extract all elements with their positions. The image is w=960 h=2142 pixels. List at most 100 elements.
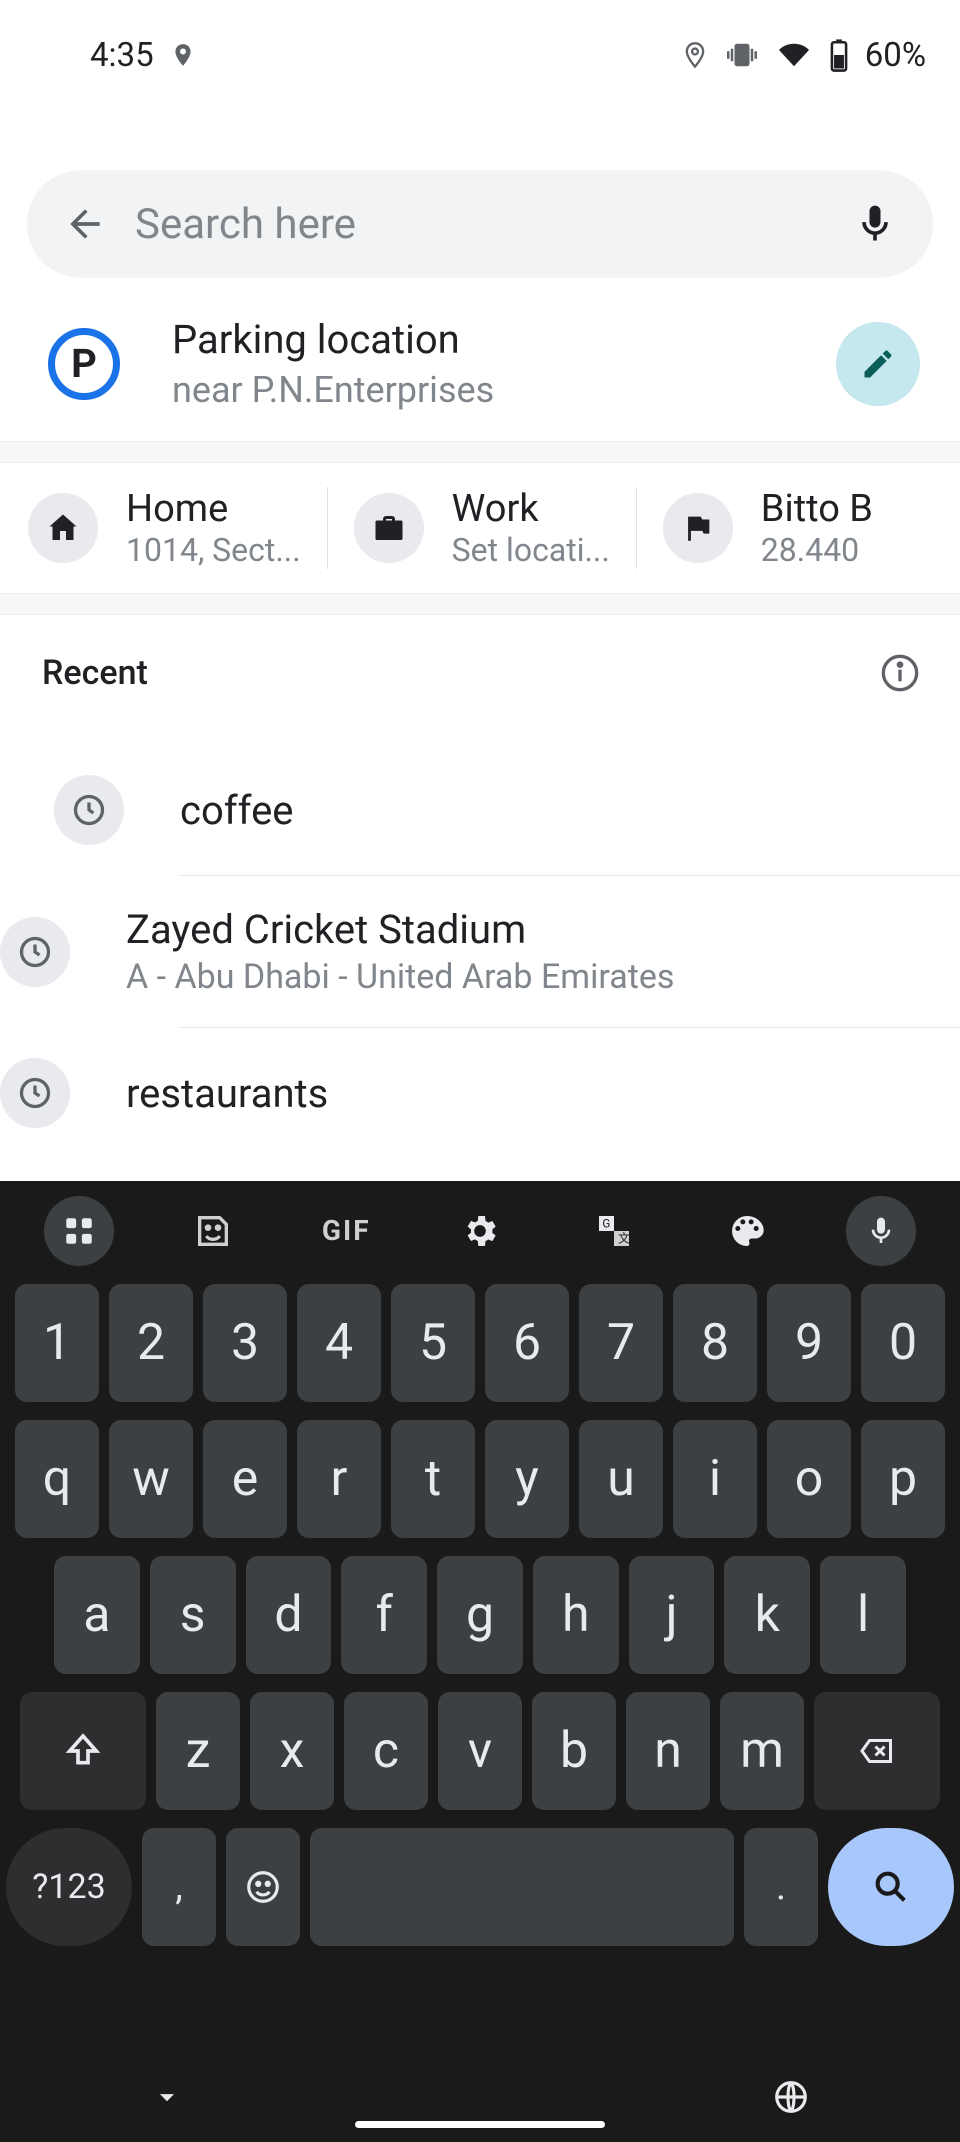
key-l[interactable]: l xyxy=(820,1556,906,1674)
backspace-icon xyxy=(854,1733,900,1769)
key-g[interactable]: g xyxy=(437,1556,523,1674)
divider xyxy=(0,593,960,615)
shortcut-work[interactable]: Work Set locati... xyxy=(354,487,637,569)
key-emoji[interactable] xyxy=(226,1828,300,1946)
recent-label: Recent xyxy=(42,653,148,693)
key-z[interactable]: z xyxy=(156,1692,240,1810)
pencil-icon xyxy=(860,346,896,382)
clock-icon xyxy=(0,1058,70,1128)
search-bar[interactable]: Search here xyxy=(27,170,933,278)
key-q[interactable]: q xyxy=(15,1420,99,1538)
recent-item-title: Zayed Cricket Stadium xyxy=(126,906,674,953)
clock-icon xyxy=(54,775,124,845)
status-bar: 4:35 60% xyxy=(0,0,960,110)
recent-item-subtitle: A - Abu Dhabi - United Arab Emirates xyxy=(126,957,674,997)
key-r[interactable]: r xyxy=(297,1420,381,1538)
home-icon xyxy=(28,493,98,563)
key-x[interactable]: x xyxy=(250,1692,334,1810)
key-n[interactable]: n xyxy=(626,1692,710,1810)
key-7[interactable]: 7 xyxy=(579,1284,663,1402)
shortcut-subtitle: 28.440 xyxy=(761,531,873,569)
parking-location-row[interactable]: P Parking location near P.N.Enterprises xyxy=(0,278,960,441)
key-i[interactable]: i xyxy=(673,1420,757,1538)
location-outline-icon xyxy=(681,38,709,72)
key-p[interactable]: p xyxy=(861,1420,945,1538)
settings-icon[interactable] xyxy=(445,1196,515,1266)
search-icon xyxy=(871,1867,911,1907)
wifi-icon xyxy=(775,40,813,70)
home-indicator[interactable] xyxy=(355,2121,605,2128)
key-space[interactable] xyxy=(310,1828,734,1946)
parking-icon: P xyxy=(48,328,120,400)
status-time: 4:35 xyxy=(90,36,154,75)
recent-item[interactable]: coffee xyxy=(0,745,960,875)
shortcut-custom[interactable]: Bitto B 28.440 xyxy=(663,487,899,569)
shortcut-subtitle: Set locati... xyxy=(452,531,610,569)
nav-bar xyxy=(0,2052,960,2142)
key-k[interactable]: k xyxy=(724,1556,810,1674)
parking-title: Parking location xyxy=(172,316,836,363)
key-shift[interactable] xyxy=(20,1692,146,1810)
briefcase-icon xyxy=(354,493,424,563)
key-a[interactable]: a xyxy=(54,1556,140,1674)
emoji-icon xyxy=(244,1868,282,1906)
recent-list: coffee Zayed Cricket Stadium A - Abu Dha… xyxy=(0,693,960,1158)
globe-icon[interactable] xyxy=(772,2078,810,2116)
keyboard-apps-icon[interactable] xyxy=(44,1196,114,1266)
keyboard-row-2: a s d f g h j k l xyxy=(6,1556,954,1674)
recent-item[interactable]: restaurants xyxy=(180,1027,960,1158)
key-u[interactable]: u xyxy=(579,1420,663,1538)
svg-text:G: G xyxy=(602,1216,610,1230)
parking-subtitle: near P.N.Enterprises xyxy=(172,369,836,411)
key-symbols[interactable]: ?123 xyxy=(6,1828,132,1946)
key-y[interactable]: y xyxy=(485,1420,569,1538)
shortcut-subtitle: 1014, Sect... xyxy=(126,531,301,569)
key-5[interactable]: 5 xyxy=(391,1284,475,1402)
sticker-icon[interactable] xyxy=(178,1196,248,1266)
key-s[interactable]: s xyxy=(150,1556,236,1674)
key-c[interactable]: c xyxy=(344,1692,428,1810)
key-d[interactable]: d xyxy=(246,1556,332,1674)
vibrate-icon xyxy=(725,40,759,70)
recent-item[interactable]: Zayed Cricket Stadium A - Abu Dhabi - Un… xyxy=(180,875,960,1027)
key-f[interactable]: f xyxy=(341,1556,427,1674)
key-4[interactable]: 4 xyxy=(297,1284,381,1402)
shortcut-home[interactable]: Home 1014, Sect... xyxy=(28,487,328,569)
key-search[interactable] xyxy=(828,1828,954,1946)
key-backspace[interactable] xyxy=(814,1692,940,1810)
key-2[interactable]: 2 xyxy=(109,1284,193,1402)
key-6[interactable]: 6 xyxy=(485,1284,569,1402)
key-t[interactable]: t xyxy=(391,1420,475,1538)
key-0[interactable]: 0 xyxy=(861,1284,945,1402)
key-w[interactable]: w xyxy=(109,1420,193,1538)
collapse-keyboard-icon[interactable] xyxy=(150,2080,184,2114)
edit-parking-button[interactable] xyxy=(836,322,920,406)
key-3[interactable]: 3 xyxy=(203,1284,287,1402)
key-v[interactable]: v xyxy=(438,1692,522,1810)
translate-icon[interactable]: G文 xyxy=(579,1196,649,1266)
flag-icon xyxy=(663,493,733,563)
key-9[interactable]: 9 xyxy=(767,1284,851,1402)
key-j[interactable]: j xyxy=(629,1556,715,1674)
key-b[interactable]: b xyxy=(532,1692,616,1810)
info-icon[interactable] xyxy=(880,653,920,693)
clock-icon xyxy=(0,917,70,987)
back-icon[interactable] xyxy=(63,202,107,246)
shortcut-title: Home xyxy=(126,487,301,531)
key-m[interactable]: m xyxy=(720,1692,804,1810)
key-1[interactable]: 1 xyxy=(15,1284,99,1402)
key-o[interactable]: o xyxy=(767,1420,851,1538)
key-e[interactable]: e xyxy=(203,1420,287,1538)
key-h[interactable]: h xyxy=(533,1556,619,1674)
theme-icon[interactable] xyxy=(712,1196,782,1266)
shortcut-title: Bitto B xyxy=(761,487,873,531)
key-8[interactable]: 8 xyxy=(673,1284,757,1402)
key-period[interactable]: . xyxy=(744,1828,818,1946)
keyboard-row-numbers: 1 2 3 4 5 6 7 8 9 0 xyxy=(6,1284,954,1402)
voice-input-icon[interactable] xyxy=(846,1196,916,1266)
gif-button[interactable]: GIF xyxy=(311,1196,381,1266)
mic-icon[interactable] xyxy=(853,202,897,246)
key-comma[interactable]: , xyxy=(142,1828,216,1946)
keyboard-toolbar: GIF G文 xyxy=(0,1181,960,1280)
recent-item-title: restaurants xyxy=(126,1070,328,1117)
